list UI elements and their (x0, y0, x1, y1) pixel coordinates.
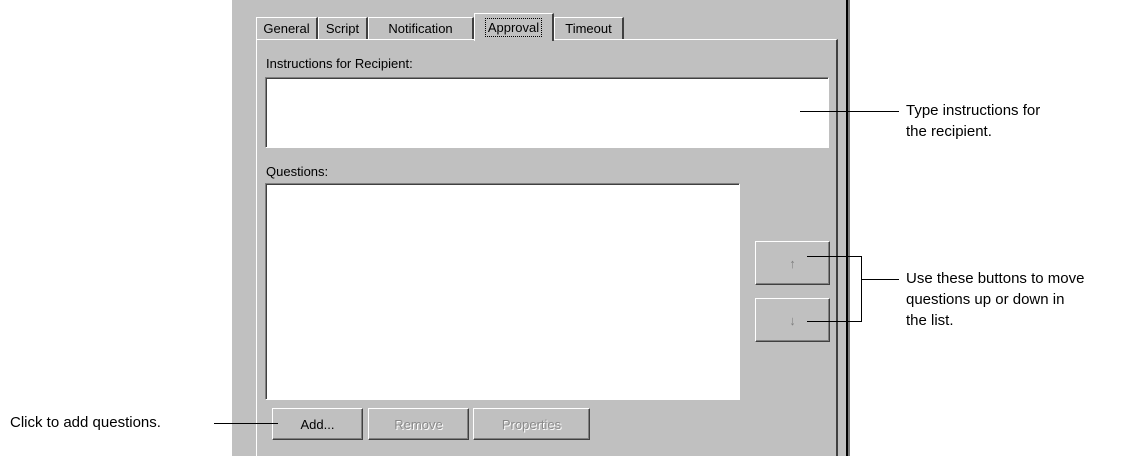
callout-instructions: Type instructions for the recipient. (906, 100, 1040, 142)
move-down-button[interactable]: ↓ (755, 298, 830, 342)
properties-button[interactable]: Properties (473, 408, 590, 440)
callout-line-instructions (800, 111, 899, 112)
callout-move-line1: Use these buttons to move (906, 270, 1085, 287)
callout-move-buttons: Use these buttons to move questions up o… (906, 268, 1084, 331)
tab-timeout-label: Timeout (565, 21, 612, 36)
callout-line-move (861, 279, 899, 280)
add-button[interactable]: Add... (272, 408, 363, 440)
callout-move-line3: the list. (906, 312, 954, 329)
tab-approval-label: Approval (484, 18, 543, 37)
callout-line-move-down (807, 321, 862, 322)
tab-general-label: General (263, 21, 310, 36)
questions-label: Questions: (266, 164, 329, 179)
tab-timeout[interactable]: Timeout (554, 17, 624, 39)
callout-instructions-line1: Type instructions for (906, 102, 1041, 119)
tab-general[interactable]: General (256, 17, 318, 39)
arrow-down-icon: ↓ (789, 312, 796, 328)
instructions-field[interactable] (265, 77, 829, 148)
tab-approval[interactable]: Approval (474, 13, 554, 41)
callout-bracket (861, 256, 862, 322)
callout-line-move-up (807, 256, 862, 257)
tab-script-label: Script (325, 21, 360, 36)
instructions-label: Instructions for Recipient: (266, 56, 413, 71)
callout-instructions-line2: the recipient. (906, 123, 992, 140)
callout-line-add (214, 423, 278, 424)
tab-script[interactable]: Script (318, 17, 368, 39)
callout-add: Click to add questions. (10, 414, 161, 431)
arrow-up-icon: ↑ (789, 255, 796, 271)
move-up-button[interactable]: ↑ (755, 241, 830, 285)
tab-notification-label: Notification (388, 21, 453, 36)
callout-move-line2: questions up or down in (906, 291, 1065, 308)
questions-list[interactable] (265, 183, 740, 400)
dialog-right-edge-shadow (848, 0, 850, 456)
remove-button[interactable]: Remove (368, 408, 469, 440)
tab-notification[interactable]: Notification (368, 17, 474, 39)
